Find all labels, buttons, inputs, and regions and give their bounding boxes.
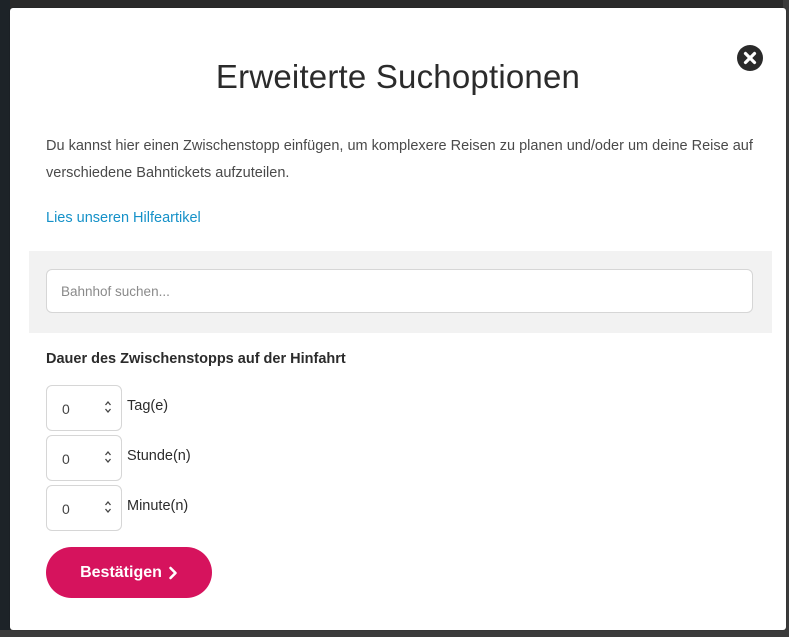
- hours-stepper[interactable]: 0: [46, 435, 122, 481]
- dialog-title: Erweiterte Suchoptionen: [215, 58, 581, 95]
- backdrop-top: [0, 0, 789, 8]
- station-search-input[interactable]: [46, 269, 753, 313]
- minutes-value: 0: [62, 501, 70, 517]
- days-value: 0: [62, 401, 70, 417]
- confirm-button-label: Bestätigen: [80, 563, 162, 581]
- advanced-search-dialog: Erweiterte Suchoptionen Du kannst hier e…: [10, 8, 786, 630]
- stepper-arrows-icon[interactable]: [104, 448, 112, 466]
- backdrop-bottom: [0, 630, 789, 637]
- stopover-duration-heading: Dauer des Zwischenstopps auf der Hinfahr…: [46, 351, 346, 367]
- backdrop-left: [0, 0, 10, 637]
- hours-value: 0: [62, 451, 70, 467]
- days-label: Tag(e): [127, 398, 169, 414]
- station-search-panel: [29, 251, 772, 333]
- hours-label: Stunde(n): [127, 448, 191, 464]
- chevron-right-icon: [169, 566, 177, 579]
- dialog-description: Du kannst hier einen Zwischenstopp einfü…: [46, 138, 753, 181]
- confirm-button[interactable]: Bestätigen: [46, 547, 212, 598]
- stepper-arrows-icon[interactable]: [104, 398, 112, 416]
- minutes-label: Minute(n): [127, 498, 189, 514]
- days-stepper[interactable]: 0: [46, 385, 122, 431]
- stepper-arrows-icon[interactable]: [104, 498, 112, 516]
- minutes-stepper[interactable]: 0: [46, 485, 122, 531]
- help-article-link[interactable]: Lies unseren Hilfeartikel: [46, 210, 201, 226]
